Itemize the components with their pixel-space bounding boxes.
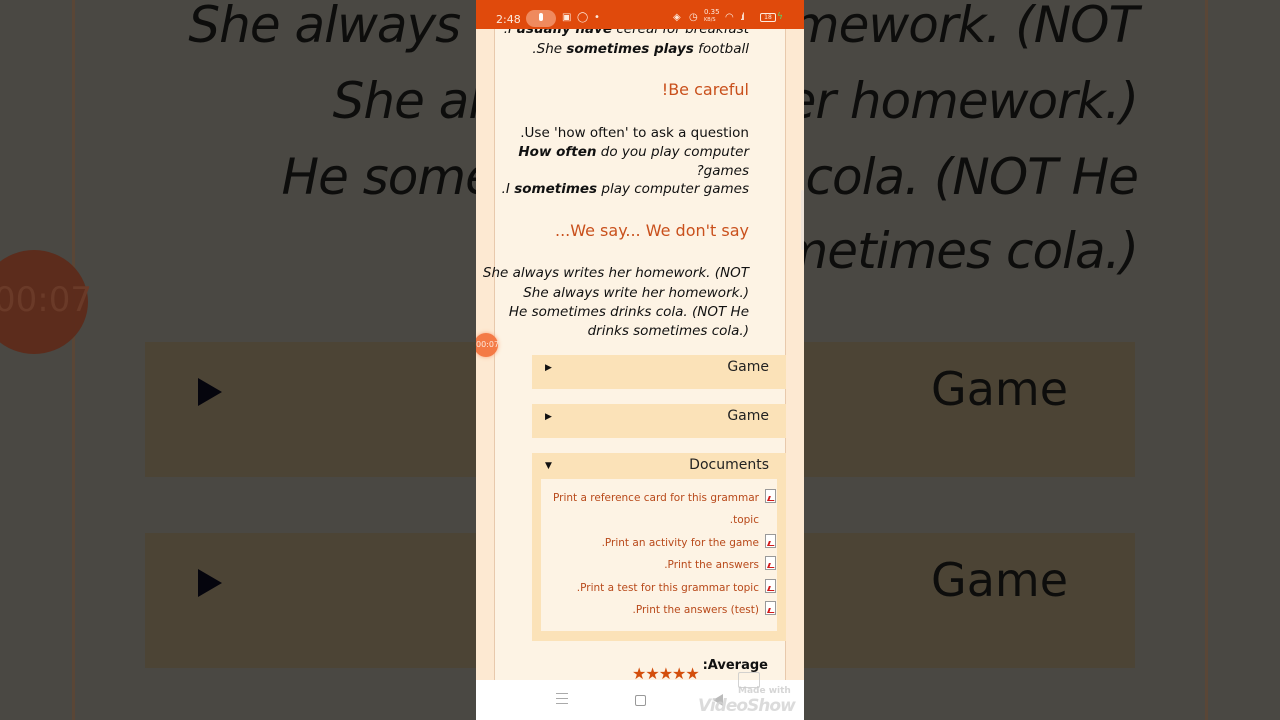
- scrollbar-thumb[interactable]: [801, 190, 804, 250]
- alarm-icon: ◷: [689, 12, 698, 23]
- pdf-icon[interactable]: [765, 601, 776, 615]
- doc-link-reference-card-wrap[interactable]: .topic: [730, 514, 759, 526]
- bold-text: sometimes plays: [566, 41, 694, 57]
- accordion-game-2[interactable]: ▶ Game: [532, 404, 786, 438]
- text: play computer games: [597, 181, 749, 197]
- pdf-icon[interactable]: [765, 556, 776, 570]
- pdf-icon[interactable]: [765, 579, 776, 593]
- example-question-wrap: ?games: [696, 163, 750, 179]
- doc-link-activity[interactable]: .Print an activity for the game: [602, 537, 759, 549]
- vibrate-icon: ◈: [673, 12, 681, 23]
- we-say-line: He sometimes drinks cola. (NOT He: [508, 304, 749, 320]
- phone-screen: .I usually have cereal for breakfast .Sh…: [476, 0, 804, 720]
- example-answer: .I sometimes play computer games: [502, 181, 749, 197]
- expand-triangle-icon: ▶: [545, 412, 552, 422]
- doc-link-test-answers[interactable]: .Print the answers (test): [633, 604, 760, 616]
- text: football: [693, 41, 749, 57]
- bg-play-arrow-icon: [198, 569, 222, 597]
- accordion-label: Game: [727, 359, 769, 375]
- bg-border-left: [72, 0, 75, 720]
- watermark-brand: VideoShow: [698, 696, 796, 716]
- microphone-icon: [526, 10, 556, 27]
- doc-link-answers[interactable]: .Print the answers: [664, 559, 759, 571]
- accordion-game-1[interactable]: ▶ Game: [532, 355, 786, 389]
- be-careful-intro: .Use 'how often' to ask a question: [520, 125, 749, 141]
- net-speed-unit: KB/S: [704, 17, 716, 23]
- charging-icon: ϟ: [777, 12, 783, 22]
- videoshow-watermark: Made with VideoShow: [698, 672, 802, 718]
- text: do you play computer: [596, 144, 749, 160]
- pdf-icon[interactable]: [765, 534, 776, 548]
- we-say-line: She always write her homework.): [523, 285, 749, 301]
- text: .She: [532, 41, 567, 57]
- be-careful-heading: !Be careful: [661, 80, 749, 99]
- bg-play-arrow-icon: [198, 378, 222, 406]
- accordion-label: Documents: [689, 457, 769, 473]
- whatsapp-icon: ◯: [577, 12, 589, 23]
- expand-triangle-icon: ▶: [545, 363, 552, 373]
- collapse-triangle-icon: ▼: [545, 461, 552, 471]
- recents-button[interactable]: [556, 693, 568, 705]
- we-say-line: drinks sometimes cola.): [587, 323, 749, 339]
- bg-border-right: [1205, 0, 1208, 720]
- accordion-documents[interactable]: ▼ Documents Print a reference card for t…: [532, 453, 786, 641]
- example-line: .She sometimes plays football: [532, 41, 749, 57]
- notification-dot-icon: •: [594, 12, 600, 23]
- watermark-made-with: Made with: [738, 686, 791, 696]
- bg-game-label: Game: [931, 553, 1068, 607]
- clock: 2:48: [496, 13, 521, 26]
- we-say-line: She always writes her homework. (NOT: [482, 265, 749, 281]
- status-bar: 2:48 ▣ ◯ • ◈ ◷ 0.35 KB/S ◠ .ıl 18 ϟ: [476, 0, 804, 29]
- text: .I: [501, 181, 515, 197]
- lesson-content: .I usually have cereal for breakfast .Sh…: [483, 21, 786, 680]
- rating-label: :Average: [702, 658, 768, 673]
- doc-link-test[interactable]: .Print a test for this grammar topic: [577, 582, 759, 594]
- pdf-icon[interactable]: [765, 489, 776, 503]
- example-question: How often do you play computer: [518, 144, 749, 160]
- doc-link-reference-card[interactable]: Print a reference card for this grammar: [553, 492, 759, 504]
- battery-icon: 18: [760, 13, 776, 22]
- documents-list: Print a reference card for this grammar …: [541, 479, 777, 631]
- net-speed-value: 0.35: [704, 8, 720, 16]
- we-say-heading: ...We say... We don't say: [554, 221, 749, 240]
- accordion-label: Game: [727, 408, 769, 424]
- signal-icon: .ıl: [740, 12, 745, 23]
- bold-text: sometimes: [514, 181, 598, 197]
- bg-game-label: Game: [931, 362, 1068, 416]
- home-button[interactable]: [635, 695, 646, 706]
- page-margin-right: [786, 29, 804, 680]
- bg-timer-text: 00:07: [0, 280, 92, 320]
- recording-timer-text: 00:07: [476, 340, 500, 349]
- net-speed: 0.35 KB/S: [704, 9, 720, 24]
- bold-text: How often: [518, 144, 597, 160]
- wifi-icon: ◠: [725, 12, 734, 23]
- teams-icon: ▣: [562, 12, 572, 23]
